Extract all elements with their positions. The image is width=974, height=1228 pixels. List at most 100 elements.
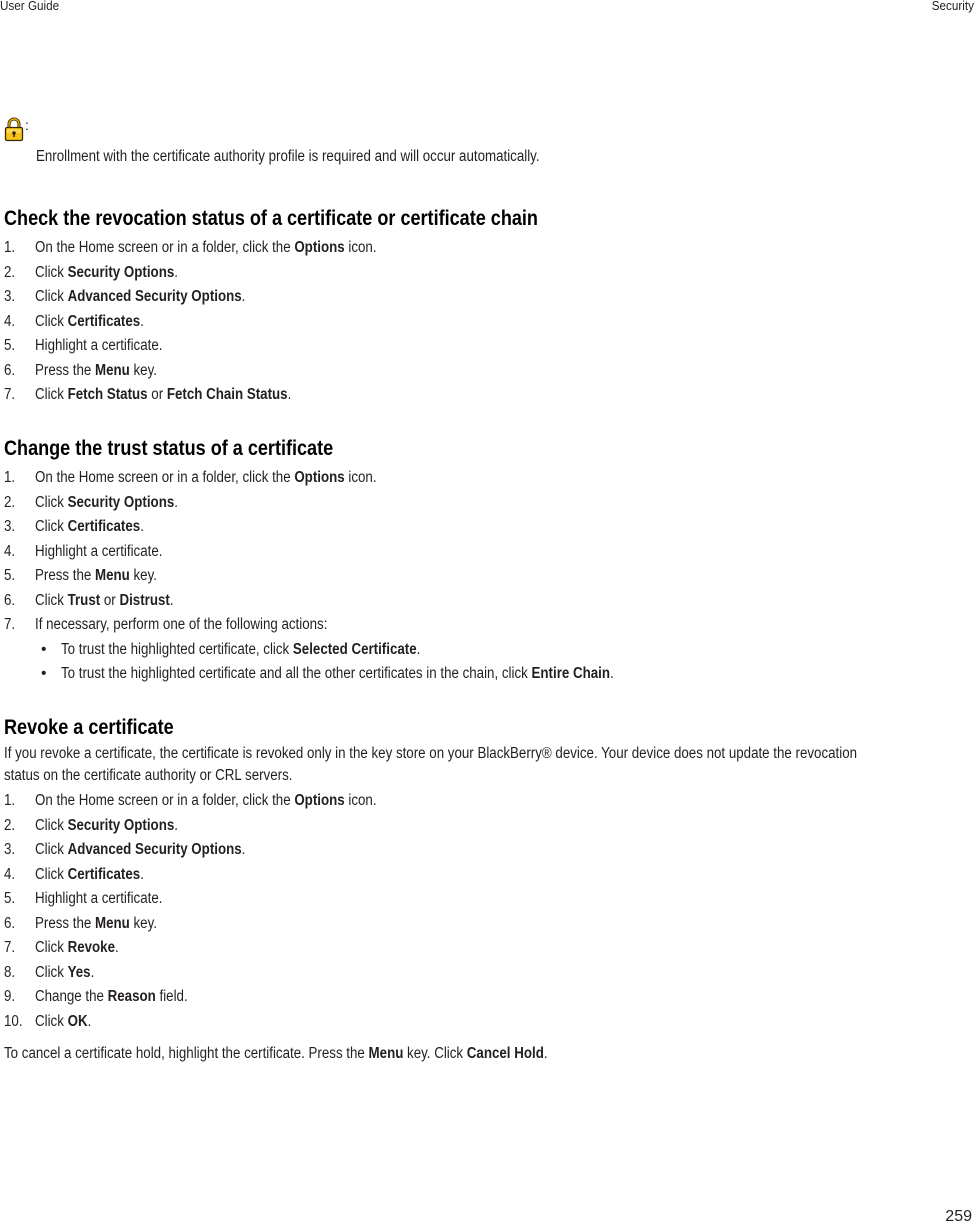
text-run: . xyxy=(140,865,144,883)
step-item: 5. Highlight a certificate. xyxy=(4,334,625,359)
step-text: Click Certificates. xyxy=(35,515,144,539)
step-item: 4. Click Certificates. xyxy=(4,310,625,335)
text-run: Highlight a certificate. xyxy=(35,890,163,907)
lock-icon xyxy=(4,117,24,147)
step-number: 6. xyxy=(4,591,16,609)
step-number: 10. xyxy=(4,1012,23,1030)
bullet-marker: • xyxy=(41,640,47,658)
sub-step-item: • To trust the highlighted certificate, c… xyxy=(4,638,420,663)
step-text: On the Home screen or in a folder, click… xyxy=(35,236,377,260)
ui-term: Fetch Chain Status xyxy=(166,386,288,403)
ui-term: Fetch Status xyxy=(67,386,148,403)
section-check-revocation: Check the revocation status of a certifi… xyxy=(4,206,625,408)
outro-paragraph: To cancel a certificate hold, highlight … xyxy=(4,1043,857,1065)
step-item: 9. Change the Reason field. xyxy=(4,985,974,1010)
text-run: Click xyxy=(35,865,68,883)
text-run: Click xyxy=(35,263,68,281)
text-run: If necessary, perform one of the followi… xyxy=(35,616,328,633)
ui-term: Security Options xyxy=(67,816,175,834)
step-number: 2. xyxy=(4,263,16,281)
text-run: . xyxy=(140,312,144,330)
step-item: 2. Click Security Options. xyxy=(4,814,974,839)
ui-term: Options xyxy=(294,239,345,256)
text-run: Click xyxy=(35,1012,68,1030)
step-text: Highlight a certificate. xyxy=(35,334,162,358)
step-number: 7. xyxy=(4,616,16,633)
ui-term: Selected Certificate xyxy=(292,640,417,658)
step-item: 10. Click OK. xyxy=(4,1010,974,1035)
text-run: . xyxy=(241,288,246,305)
step-number: 3. xyxy=(4,841,16,858)
step-number: 5. xyxy=(4,890,16,907)
step-item: 8. Click Yes. xyxy=(4,961,974,986)
text-run: Click xyxy=(35,841,68,858)
text-run: On the Home screen or in a folder, click… xyxy=(35,792,295,809)
step-text: Click Advanced Security Options. xyxy=(35,838,245,862)
text-run: icon. xyxy=(344,469,377,486)
text-run: Highlight a certificate. xyxy=(35,542,163,560)
text-run: Click xyxy=(35,963,68,981)
ui-term: OK xyxy=(67,1012,88,1030)
step-item: 6. Click Trust or Distrust. xyxy=(4,589,387,614)
ui-term: Options xyxy=(294,792,345,809)
note-colon: : xyxy=(25,117,29,133)
text-run: . xyxy=(140,518,144,535)
text-run: . xyxy=(416,640,421,658)
ui-term: Menu xyxy=(368,1045,404,1062)
step-text: Highlight a certificate. xyxy=(35,540,162,564)
ui-term: Menu xyxy=(95,914,130,932)
ui-term: Certificates xyxy=(67,312,141,330)
section-title: Check the revocation status of a certifi… xyxy=(4,207,538,230)
intro-line: If you revoke a certificate, the certifi… xyxy=(4,745,858,762)
step-number: 2. xyxy=(4,816,16,834)
step-item: 5. Press the Menu key. xyxy=(4,564,387,589)
step-number: 2. xyxy=(4,493,16,511)
ui-term: Reason xyxy=(107,988,156,1005)
step-number: 7. xyxy=(4,939,16,956)
step-text: Press the Menu key. xyxy=(35,912,157,936)
text-run: . xyxy=(174,493,178,511)
text-run: or xyxy=(100,591,120,609)
ui-term: Menu xyxy=(95,567,130,584)
step-item: 4. Highlight a certificate. xyxy=(4,540,387,565)
ui-term: Yes xyxy=(67,963,91,981)
text-run: Click xyxy=(35,939,68,956)
text-run: key. Click xyxy=(403,1045,467,1062)
text-run: To cancel a certificate hold, highlight … xyxy=(4,1045,369,1062)
ui-term: Advanced Security Options xyxy=(67,288,242,305)
steps-list: 1. On the Home screen or in a folder, cli… xyxy=(4,236,625,408)
bullet-marker: • xyxy=(41,665,47,682)
text-run: . xyxy=(169,591,174,609)
step-item: 4. Click Certificates. xyxy=(4,863,974,888)
ui-term: Distrust xyxy=(119,591,170,609)
text-run: Press the xyxy=(35,567,96,584)
step-text: Click Advanced Security Options. xyxy=(35,285,245,309)
text-run: Click xyxy=(35,591,68,609)
text-run: . xyxy=(90,963,95,981)
step-number: 3. xyxy=(4,518,16,535)
step-item: 7. If necessary, perform one of the follo… xyxy=(4,613,387,638)
step-text: Click Yes. xyxy=(35,961,94,985)
text-run: Change the xyxy=(35,988,108,1005)
step-item: 1. On the Home screen or in a folder, cli… xyxy=(4,466,387,491)
step-number: 5. xyxy=(4,337,16,354)
text-run: On the Home screen or in a folder, click… xyxy=(35,469,295,486)
ui-term: Advanced Security Options xyxy=(67,841,242,858)
text-run: . xyxy=(174,263,178,281)
step-text: Change the Reason field. xyxy=(35,985,188,1009)
text-run: To trust the highlighted certificate and… xyxy=(61,665,532,682)
step-item: 2. Click Security Options. xyxy=(4,491,387,516)
text-run: . xyxy=(287,386,292,403)
step-item: 2. Click Security Options. xyxy=(4,261,625,286)
ui-term: Cancel Hold xyxy=(466,1045,544,1062)
text-run: Click xyxy=(35,816,68,834)
step-text: Click Fetch Status or Fetch Chain Status… xyxy=(35,383,291,407)
section-revoke: Revoke a certificate If you revoke a cer… xyxy=(4,715,974,1065)
step-item: 7. Click Revoke. xyxy=(4,936,974,961)
text-run: key. xyxy=(129,567,157,584)
step-text: Click Revoke. xyxy=(35,936,119,960)
step-text: Click Security Options. xyxy=(35,491,178,515)
step-text: Click Security Options. xyxy=(35,261,178,285)
text-run: Highlight a certificate. xyxy=(35,337,163,354)
text-run: . xyxy=(241,841,246,858)
